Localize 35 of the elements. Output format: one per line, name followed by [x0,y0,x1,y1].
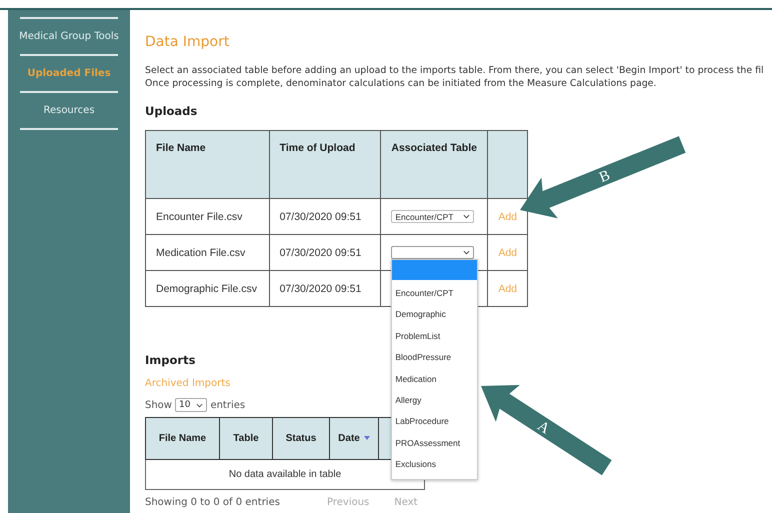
page-size-select[interactable]: 10 [174,398,208,412]
column-header[interactable]: File Name [146,418,220,460]
column-header: File Name [146,130,270,198]
section-heading: Uploads [145,104,198,118]
dropdown-option[interactable]: Allergy [392,390,478,412]
table-cell: 07/30/2020 09:51 [269,234,381,270]
show-label: Show [145,400,172,410]
table-cell: 07/30/2020 09:51 [269,270,381,306]
table-cell: Demographic File.csv [146,270,270,306]
column-header: Associated Table [380,130,488,198]
annotation-label: B [597,168,612,186]
intro-text: Once processing is complete, denominator calculations can be initiated from the Measure Calculations page. [145,77,658,90]
table-select[interactable]: Encounter/CPT [391,210,474,223]
dropdown-option[interactable]: ProblemList [392,326,478,348]
table-cell: 07/30/2020 09:51 [269,198,381,234]
dropdown-option[interactable]: PROAssessment [392,432,478,454]
sidebar-item[interactable]: Medical Group Tools [8,19,130,54]
column-header[interactable]: Table [220,418,272,460]
sidebar-item[interactable]: Resources [8,93,130,128]
dropdown-option[interactable]: BloodPressure [392,347,478,369]
column-header[interactable]: Status [272,418,330,460]
annotation-label: A [534,418,552,438]
column-header[interactable]: Date [330,418,378,460]
entries-label: entries [210,400,246,410]
dropdown-option[interactable]: LabProcedure [392,411,478,433]
column-header: Time of Upload [269,130,381,198]
dropdown-option[interactable]: Exclusions [392,454,478,476]
entries-summary: Showing 0 to 0 of 0 entries [145,497,281,508]
intro-text: Select an associated table before adding an upload to the imports table. From there, you can select 'Begin Import' to process the fil [145,64,765,77]
section-heading: Imports [145,353,196,367]
dropdown-option[interactable]: Medication [392,368,478,390]
table-cell: Medication File.csv [146,234,270,270]
dropdown-option[interactable]: Demographic [392,304,478,326]
page-title: Data Import [145,34,230,50]
table-cell: Encounter File.csv [146,198,270,234]
